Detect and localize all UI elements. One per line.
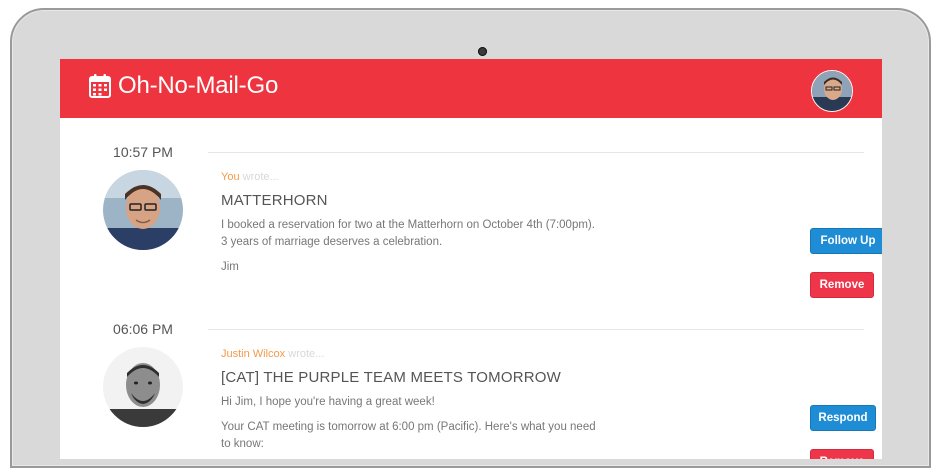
sender-line: You wrote... — [221, 171, 279, 183]
message-body: I booked a reservation for two at the Ma… — [221, 217, 601, 284]
message-time: 10:57 PM — [113, 144, 173, 160]
follow-up-button[interactable]: Follow Up — [810, 228, 882, 254]
webcam — [478, 47, 487, 56]
remove-button[interactable]: Remove — [810, 272, 874, 298]
message-subject[interactable]: MATTERHORN — [221, 192, 328, 209]
app-screen: Oh-No-Mail-Go 10:57 PM You wrote... MATT… — [60, 59, 882, 459]
message-subject[interactable]: [CAT] THE PURPLE TEAM MEETS TOMORROW — [221, 369, 561, 386]
sender-name[interactable]: Justin Wilcox — [221, 348, 285, 360]
divider — [208, 152, 864, 153]
calendar-icon — [88, 73, 112, 99]
sender-name[interactable]: You — [221, 171, 240, 183]
remove-button[interactable]: Remove — [810, 449, 874, 459]
top-bar: Oh-No-Mail-Go — [60, 59, 882, 118]
body-signature: Jim — [221, 261, 239, 273]
message-body: Hi Jim, I hope you're having a great wee… — [221, 394, 601, 459]
sender-avatar — [103, 170, 183, 250]
body-paragraph: I booked a reservation for two at the Ma… — [221, 219, 595, 248]
body-paragraph: Hi Jim, I hope you're having a great wee… — [221, 396, 435, 408]
brand[interactable]: Oh-No-Mail-Go — [88, 72, 278, 100]
sender-avatar — [103, 347, 183, 427]
message-time: 06:06 PM — [113, 321, 173, 337]
respond-button[interactable]: Respond — [810, 405, 876, 431]
divider — [208, 329, 864, 330]
app-title: Oh-No-Mail-Go — [118, 72, 279, 99]
sender-line: Justin Wilcox wrote... — [221, 348, 324, 360]
user-avatar[interactable] — [811, 70, 853, 112]
wrote-label: wrote... — [285, 348, 325, 360]
wrote-label: wrote... — [239, 171, 279, 183]
